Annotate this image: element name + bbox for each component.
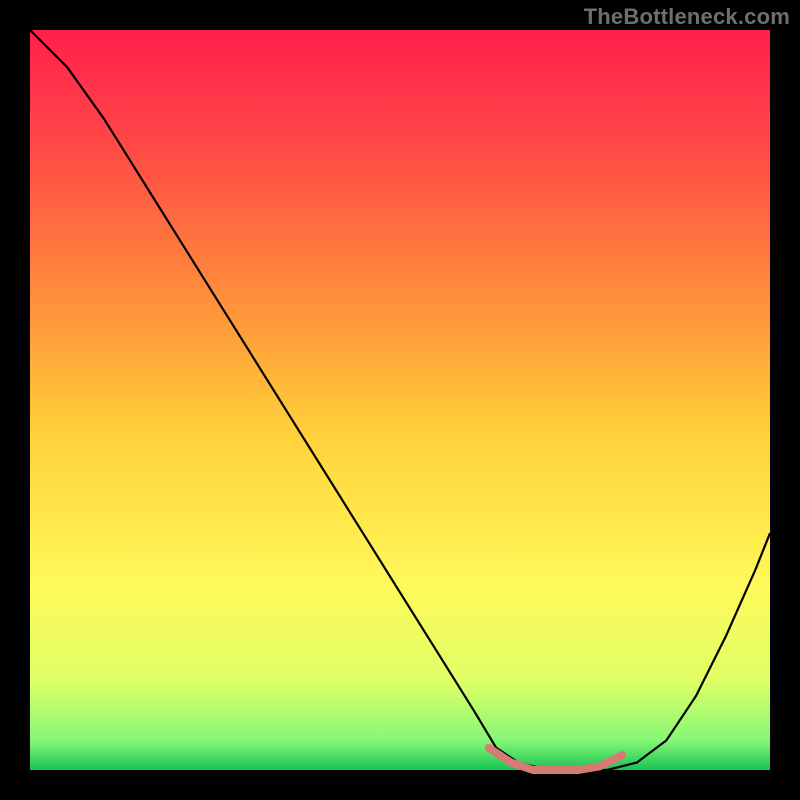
chart-frame: TheBottleneck.com xyxy=(0,0,800,800)
plot-background xyxy=(30,30,770,770)
bottleneck-chart xyxy=(0,0,800,800)
watermark-text: TheBottleneck.com xyxy=(584,4,790,30)
